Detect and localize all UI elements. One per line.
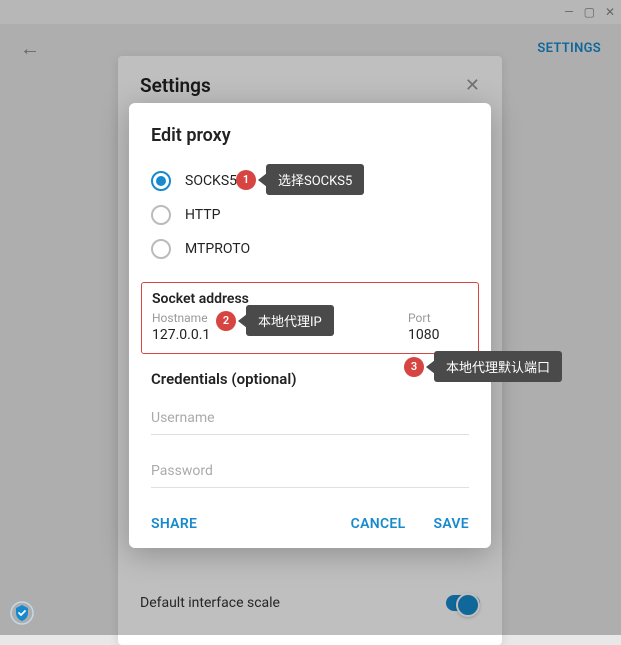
share-button[interactable]: SHARE	[151, 516, 197, 532]
shield-icon	[10, 601, 34, 625]
port-value: 1080	[408, 327, 468, 343]
callout-badge: 1	[236, 170, 256, 190]
port-field[interactable]: Port 1080	[408, 311, 468, 343]
save-button[interactable]: SAVE	[433, 516, 469, 532]
callout-text: 本地代理默认端口	[434, 351, 562, 382]
callout-text: 本地代理IP	[246, 305, 334, 336]
port-label: Port	[408, 311, 468, 325]
callout-text: 选择SOCKS5	[266, 164, 364, 195]
modal-title: Edit proxy	[151, 125, 469, 146]
radio-label: MTPROTO	[185, 241, 250, 257]
callout-badge: 2	[216, 311, 236, 331]
radio-icon	[151, 239, 171, 259]
radio-label: HTTP	[185, 207, 220, 223]
callout-1: 1 选择SOCKS5	[236, 164, 364, 195]
callout-3: 3 本地代理默认端口	[404, 351, 562, 382]
proxy-type-mtproto[interactable]: MTPROTO	[151, 232, 469, 266]
radio-icon	[151, 205, 171, 225]
username-input[interactable]	[151, 402, 469, 435]
callout-2: 2 本地代理IP	[216, 305, 334, 336]
proxy-type-http[interactable]: HTTP	[151, 198, 469, 232]
radio-label: SOCKS5	[185, 173, 237, 189]
cancel-button[interactable]: CANCEL	[351, 516, 406, 532]
callout-badge: 3	[404, 357, 424, 377]
radio-icon	[151, 171, 171, 191]
password-input[interactable]	[151, 455, 469, 488]
